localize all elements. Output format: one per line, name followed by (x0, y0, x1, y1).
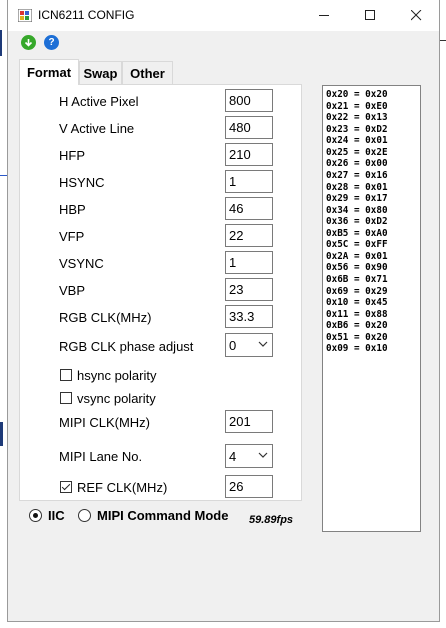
register-entry: 0x23 = 0xD2 (326, 123, 388, 135)
vsync-polarity-label: vsync polarity (77, 391, 156, 406)
hfp-input[interactable] (225, 143, 273, 166)
register-entry: 0x20 = 0x20 (326, 89, 388, 100)
background-app-mark (440, 40, 446, 41)
register-entry: 0x26 = 0x00 (326, 158, 388, 170)
register-entry: 0x22 = 0x13 (326, 112, 388, 124)
app-icon (18, 9, 32, 22)
vsync-polarity-checkbox[interactable] (60, 392, 72, 404)
hbp-input[interactable] (225, 197, 273, 220)
rgb-clk-phase-select[interactable]: 0 (225, 333, 273, 357)
hbp-label: HBP (59, 202, 86, 217)
register-entry: 0x5C = 0xFF (326, 239, 388, 251)
register-entry: 0x11 = 0x88 (326, 308, 388, 320)
register-entry: 0x24 = 0x01 (326, 135, 388, 147)
format-panel: H Active Pixel V Active Line HFP HSYNC H… (19, 84, 302, 501)
config-window: ICN6211 CONFIG ? Format Swap Other H Act… (7, 0, 440, 622)
tab-swap[interactable]: Swap (79, 61, 122, 84)
rgb-clk-input[interactable] (225, 305, 273, 328)
register-entry: 0x51 = 0x20 (326, 331, 388, 343)
background-app-mark (0, 422, 3, 446)
mipi-command-mode-radio[interactable] (78, 509, 91, 522)
register-entry: 0x29 = 0x17 (326, 193, 388, 205)
register-entry: 0x09 = 0x10 (326, 343, 388, 355)
mipi-lane-label: MIPI Lane No. (59, 449, 143, 464)
close-icon (410, 10, 421, 21)
hfp-label: HFP (59, 148, 85, 163)
iic-radio[interactable] (29, 509, 42, 522)
register-entry: 0xB6 = 0x20 (326, 320, 388, 332)
vbp-label: VBP (59, 283, 86, 298)
v-active-line-label: V Active Line (59, 121, 135, 136)
title-bar: ICN6211 CONFIG (8, 0, 439, 31)
iic-label: IIC (48, 508, 65, 523)
register-entry: 0x10 = 0x45 (326, 297, 388, 309)
background-app-mark (0, 30, 2, 56)
vbp-input[interactable] (225, 278, 273, 301)
vfp-label: VFP (59, 229, 85, 244)
hsync-label: HSYNC (59, 175, 105, 190)
ref-clk-checkbox[interactable] (60, 481, 72, 493)
register-entry: 0xB5 = 0xA0 (326, 227, 388, 239)
tab-other[interactable]: Other (122, 61, 173, 84)
chevron-down-icon (258, 452, 268, 458)
vfp-input[interactable] (225, 224, 273, 247)
window-title: ICN6211 CONFIG (38, 8, 135, 22)
vsync-input[interactable] (225, 251, 273, 274)
rgb-clk-phase-value: 0 (229, 338, 237, 353)
mipi-clk-input[interactable] (225, 410, 273, 433)
ref-clk-label: REF CLK(MHz) (77, 480, 168, 495)
close-button[interactable] (393, 0, 439, 31)
register-entry: 0x56 = 0x90 (326, 262, 388, 274)
register-entry: 0x69 = 0x29 (326, 285, 388, 297)
rgb-clk-label: RGB CLK(MHz) (59, 310, 152, 325)
help-icon[interactable]: ? (44, 35, 59, 50)
mipi-clk-label: MIPI CLK(MHz) (59, 415, 150, 430)
h-active-pixel-label: H Active Pixel (59, 94, 139, 109)
mipi-lane-select[interactable]: 4 (225, 444, 273, 468)
h-active-pixel-input[interactable] (225, 89, 273, 112)
maximize-button[interactable] (347, 0, 393, 31)
hsync-polarity-label: hsync polarity (77, 368, 157, 383)
register-entry: 0x27 = 0x16 (326, 169, 388, 181)
v-active-line-input[interactable] (225, 116, 273, 139)
mipi-lane-value: 4 (229, 449, 237, 464)
register-entry: 0x2A = 0x01 (326, 250, 388, 262)
register-list[interactable]: 0x20 = 0x20 0x21 = 0xE0 0x22 = 0x13 0x23 = … (322, 85, 421, 532)
download-icon[interactable] (21, 35, 36, 50)
chevron-down-icon (258, 341, 268, 347)
fps-readout: 59.89fps (249, 514, 294, 526)
minimize-button[interactable] (301, 0, 347, 31)
ref-clk-input[interactable] (225, 475, 273, 498)
minimize-icon (318, 15, 329, 16)
vsync-label: VSYNC (59, 256, 104, 271)
register-entry: 0x28 = 0x01 (326, 181, 388, 193)
register-entry: 0x6B = 0x71 (326, 274, 388, 285)
rgb-clk-phase-label: RGB CLK phase adjust (59, 339, 194, 354)
hsync-polarity-checkbox[interactable] (60, 369, 72, 381)
mipi-command-mode-label: MIPI Command Mode (97, 508, 229, 523)
register-entry: 0x36 = 0xD2 (326, 216, 388, 228)
register-entry: 0x25 = 0x2E (326, 146, 388, 158)
register-entry: 0x21 = 0xE0 (326, 100, 388, 112)
tab-format[interactable]: Format (19, 59, 79, 85)
maximize-icon (364, 10, 375, 20)
hsync-input[interactable] (225, 170, 273, 193)
register-entry: 0x34 = 0x80 (326, 204, 388, 216)
